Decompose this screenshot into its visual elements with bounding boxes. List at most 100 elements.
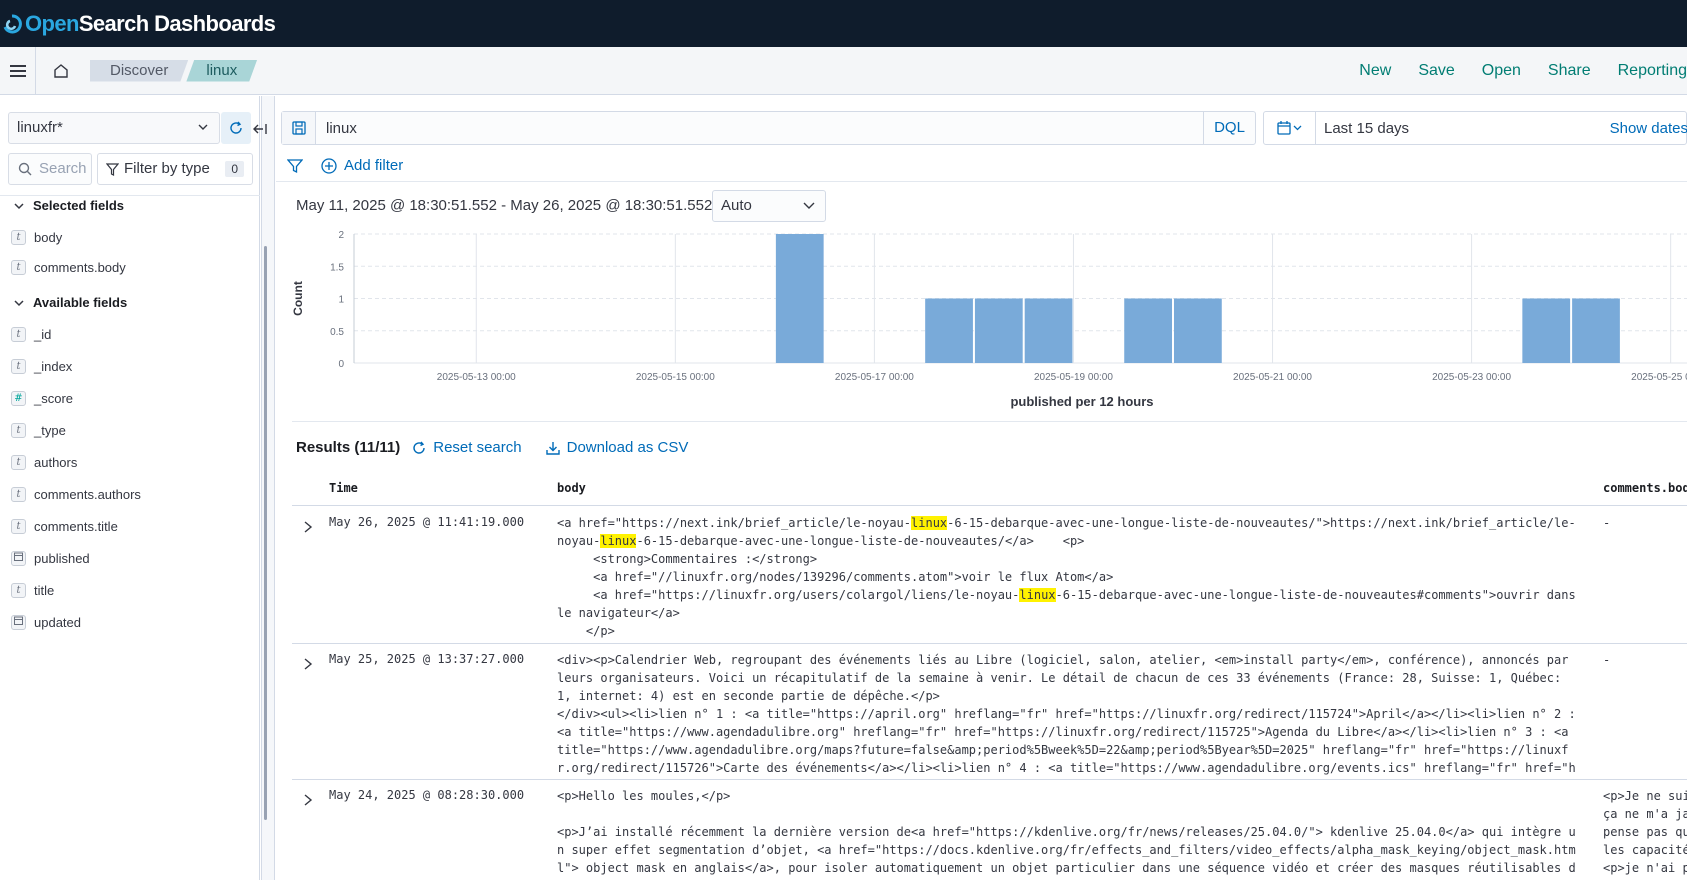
field-item-updated[interactable]: updated [11, 615, 81, 630]
field-name: _score [34, 391, 74, 406]
reset-search-button[interactable]: Reset search [412, 439, 522, 456]
x-tick-label: 2025-05-15 00:00 [636, 372, 715, 383]
field-item-body[interactable]: t body [11, 230, 62, 245]
field-item-title[interactable]: t title [11, 583, 54, 598]
field-item-type[interactable]: t _type [11, 423, 66, 438]
field-name: comments.title [34, 519, 118, 534]
string-type-icon: t [11, 359, 26, 374]
results-header: Results (11/11) Reset search Download as… [296, 439, 688, 456]
row-time: May 26, 2025 @ 11:41:19.000 [329, 515, 525, 529]
field-item-authors[interactable]: t authors [11, 455, 77, 470]
date-range-label[interactable]: Last 15 days [1324, 120, 1409, 137]
index-pattern-select[interactable]: linuxfr* [8, 112, 220, 144]
filter-count-badge: 0 [225, 161, 244, 177]
download-icon [545, 441, 560, 455]
calendar-icon [1276, 121, 1301, 135]
field-item-score[interactable]: # _score [11, 391, 73, 406]
available-fields-title: Available fields [33, 295, 128, 310]
field-item-id[interactable]: t _id [11, 327, 51, 342]
menu-button[interactable] [0, 46, 36, 95]
add-filter-button[interactable]: Add filter [321, 157, 403, 174]
reset-search-label: Reset search [433, 439, 522, 456]
query-input[interactable]: linux [326, 120, 357, 137]
field-name: _id [34, 327, 52, 342]
histogram-chart: 0 0.5 1 1.5 2 2025-05-13 00:00 2025-05-15 00:0… [292, 230, 1687, 409]
row-body: <a href="https://next.ink/brief_article/… [557, 516, 1576, 638]
row-comments-body: - [1603, 516, 1611, 530]
y-tick-label: 2 [338, 230, 344, 241]
save-button[interactable]: Save [1418, 62, 1454, 80]
field-name: published [34, 551, 90, 566]
expand-row-button[interactable] [303, 793, 313, 811]
saved-queries-button[interactable] [282, 112, 316, 144]
chevron-right-icon [304, 794, 313, 806]
quick-select-button[interactable] [1264, 112, 1316, 144]
field-search-input[interactable]: Search [8, 153, 92, 185]
field-name: title [34, 583, 55, 598]
reporting-button[interactable]: Reporting [1618, 62, 1687, 80]
index-pattern-value: linuxfr* [17, 119, 63, 136]
row-divider [292, 643, 1687, 644]
field-item-index[interactable]: t _index [11, 359, 72, 374]
download-csv-button[interactable]: Download as CSV [545, 439, 688, 456]
date-picker: Last 15 days Show dates [1263, 111, 1687, 145]
search-highlight: linux [600, 534, 637, 548]
row-comments-body: - [1603, 653, 1611, 667]
new-button[interactable]: New [1359, 62, 1391, 80]
string-type-icon: t [11, 423, 26, 438]
field-item-comments-authors[interactable]: t comments.authors [11, 487, 141, 502]
expand-row-button[interactable] [303, 657, 313, 675]
field-item-comments-title[interactable]: t comments.title [11, 519, 118, 534]
plus-circle-icon [321, 157, 337, 174]
selected-fields-toggle[interactable]: Selected fields [14, 198, 124, 213]
field-item-comments-body[interactable]: t comments.body [11, 260, 126, 275]
column-header-time[interactable]: Time [329, 481, 358, 495]
save-icon [291, 121, 306, 135]
field-item-published[interactable]: published [11, 551, 90, 566]
filter-divider [276, 181, 1687, 182]
interval-select[interactable]: Auto [712, 190, 826, 222]
y-tick-label: 1 [338, 295, 344, 306]
field-name: authors [34, 455, 78, 470]
chevron-right-icon [304, 658, 313, 670]
string-type-icon: t [11, 230, 26, 245]
x-tick-label: 2025-05-23 00:00 [1432, 372, 1511, 383]
add-filter-label: Add filter [344, 157, 404, 174]
date-type-icon [11, 615, 26, 630]
field-name: body [34, 230, 63, 245]
y-tick-label: 1.5 [330, 262, 344, 273]
x-axis-label: published per 12 hours [1010, 394, 1153, 409]
search-icon [18, 162, 32, 176]
column-header-body[interactable]: body [557, 481, 586, 495]
x-tick-label: 2025-05-17 00:00 [835, 372, 914, 383]
filter-icon [106, 163, 119, 176]
chevron-right-icon [304, 521, 313, 533]
brand-open: Open [25, 10, 79, 36]
histogram-bar [925, 298, 973, 363]
sidebar-scrollbar[interactable] [264, 246, 267, 820]
home-button[interactable] [36, 47, 86, 95]
number-type-icon: # [11, 391, 26, 406]
show-dates-button[interactable]: Show dates [1610, 120, 1687, 137]
histogram-bar [1522, 298, 1571, 363]
collapse-sidebar-button[interactable] [253, 122, 269, 141]
y-axis-label: Count [292, 281, 305, 316]
histogram-bar [1173, 298, 1222, 363]
query-bar: linux DQL [281, 111, 1256, 145]
query-language-button[interactable]: DQL [1203, 112, 1255, 144]
refresh-icon [230, 121, 242, 134]
row-time: May 24, 2025 @ 08:28:30.000 [329, 788, 525, 802]
opensearch-logo[interactable]: Open Search Dashboards [2, 10, 276, 37]
filter-icon[interactable] [287, 158, 303, 174]
x-tick-label: 2025-05-13 00:00 [437, 372, 516, 383]
breadcrumb-discover[interactable]: Discover [90, 60, 188, 82]
chevron-down-icon [803, 202, 815, 209]
available-fields-toggle[interactable]: Available fields [14, 295, 127, 310]
open-button[interactable]: Open [1482, 62, 1521, 80]
column-header-comments-body[interactable]: comments.body [1603, 481, 1687, 495]
share-button[interactable]: Share [1548, 62, 1591, 80]
top-menu: New Save Open Share Reporting [1332, 47, 1687, 95]
filter-by-type-button[interactable]: Filter by type 0 [97, 153, 253, 185]
expand-row-button[interactable] [303, 520, 313, 538]
refresh-index-button[interactable] [221, 112, 251, 144]
